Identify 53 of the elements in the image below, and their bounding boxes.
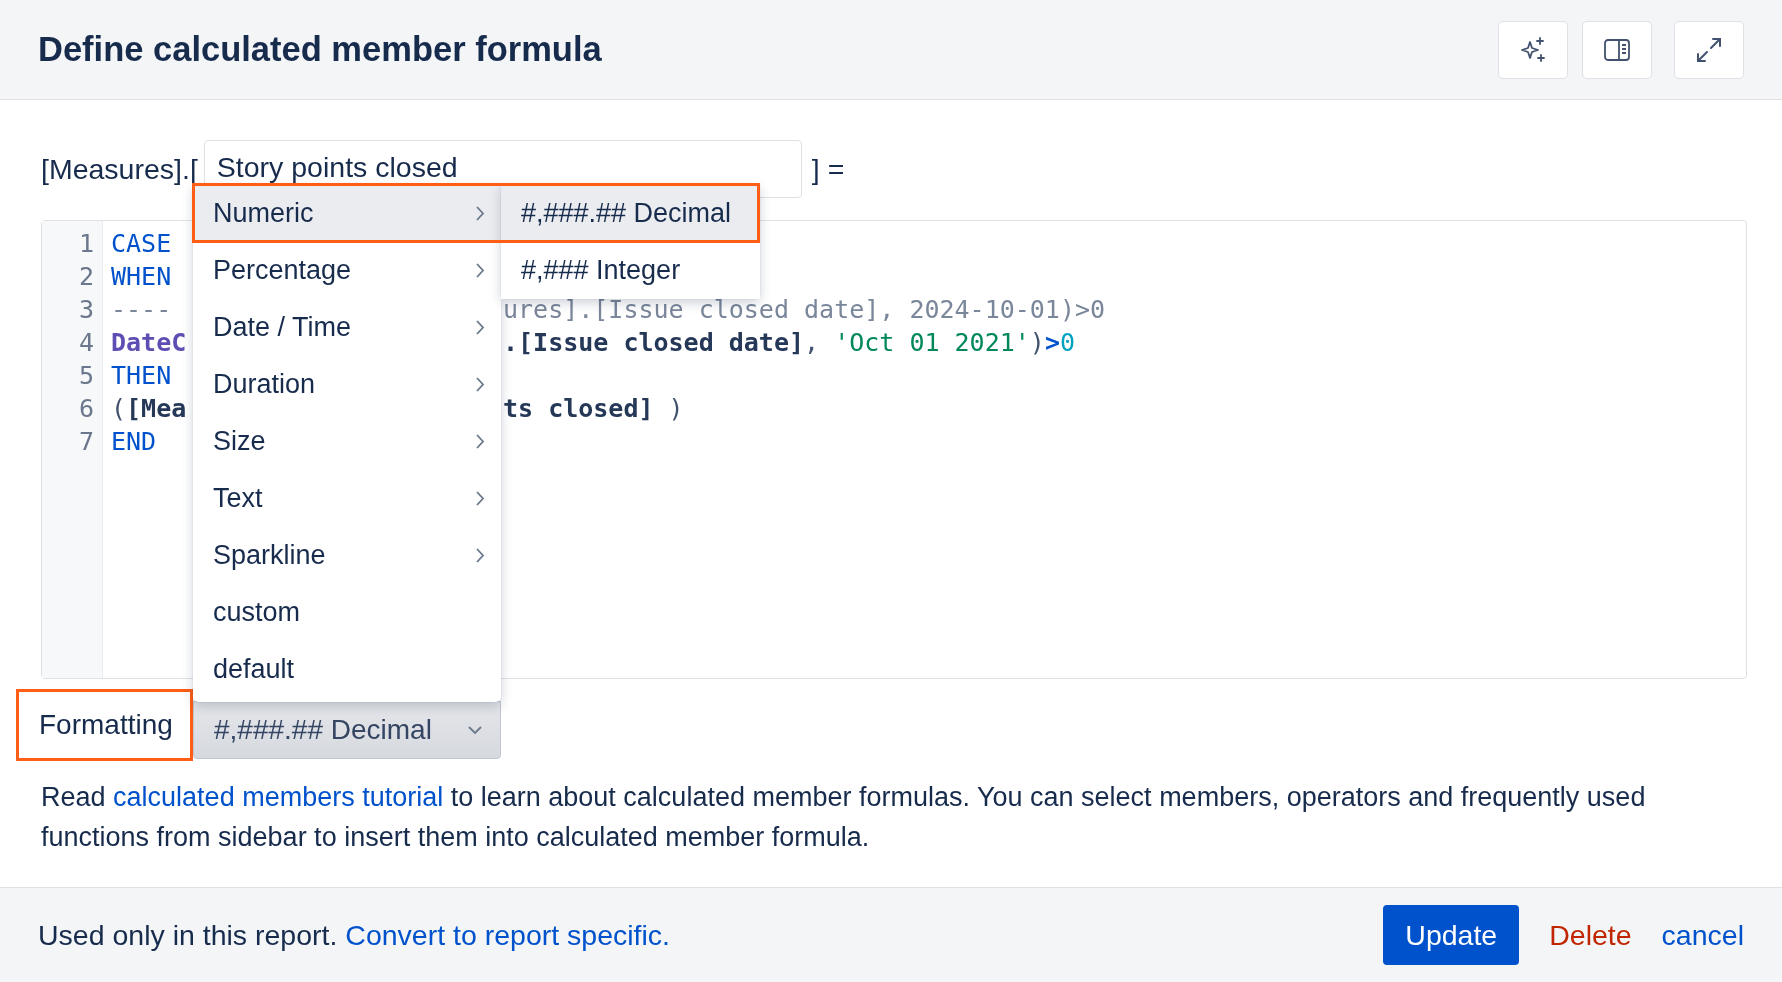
menu-item[interactable]: Date / Time — [193, 299, 501, 356]
chevron-right-icon — [476, 206, 485, 221]
menu-item[interactable]: default — [193, 641, 501, 698]
line-number: 3 — [77, 294, 95, 326]
convert-link[interactable]: Convert to report specific. — [345, 918, 671, 951]
code-text: THEN — [111, 360, 172, 392]
menu-item[interactable]: Sparkline — [193, 527, 501, 584]
delete-link[interactable]: Delete — [1549, 918, 1632, 952]
code-text: ([Mea — [111, 393, 187, 425]
line-number: 6 — [77, 393, 95, 425]
line-number: 4 — [77, 327, 95, 359]
format-dropdown[interactable]: #,###.## Decimal — [193, 701, 501, 759]
expand-icon — [1696, 36, 1722, 63]
cancel-link[interactable]: cancel — [1661, 918, 1744, 952]
line-number: 5 — [77, 360, 95, 392]
menu-item[interactable]: Text — [193, 470, 501, 527]
menu-item[interactable]: #,### Integer — [501, 242, 760, 299]
sparkle-icon — [1519, 35, 1547, 64]
chevron-right-icon — [476, 377, 485, 392]
code-text: CASE — [111, 228, 172, 260]
expand-button[interactable] — [1674, 20, 1744, 79]
chevron-right-icon — [476, 548, 485, 563]
update-button[interactable]: Update — [1383, 905, 1520, 965]
help-text: Read calculated members tutorial to learn about calculated member formulas. You can select members, operators and frequently used functions from sidebar to insert them into calculated member formula. — [41, 781, 1647, 854]
code-text: ---- — [111, 294, 172, 326]
line-number: 1 — [77, 228, 95, 260]
chevron-right-icon — [476, 434, 485, 449]
menu-item[interactable]: Numeric — [193, 185, 501, 242]
code-text: DateC — [111, 327, 187, 359]
assignment-suffix: ] = — [811, 152, 845, 186]
chevron-down-icon — [468, 725, 482, 735]
code-text: WHEN — [111, 261, 172, 293]
menu-item[interactable]: Size — [193, 413, 501, 470]
sidebar-toggle-button[interactable] — [1582, 20, 1652, 79]
code-text: ts closed] ) — [503, 393, 684, 425]
ai-assist-button[interactable] — [1498, 20, 1568, 79]
tutorial-link[interactable]: calculated members tutorial — [113, 782, 444, 812]
chevron-right-icon — [476, 491, 485, 506]
line-number: 2 — [77, 261, 95, 293]
menu-item[interactable]: Percentage — [193, 242, 501, 299]
code-text: .[Issue closed date], 'Oct 01 2021')>0 — [503, 327, 1075, 359]
formatting-label: Formatting — [16, 689, 193, 761]
chevron-right-icon — [476, 320, 485, 335]
line-number: 7 — [77, 426, 95, 458]
usage-note: Used only in this report. Convert to report specific. — [38, 918, 672, 952]
dialog-title: Define calculated member formula — [38, 30, 603, 69]
member-prefix: [Measures].[ — [41, 152, 198, 186]
sidebar-icon — [1603, 37, 1631, 62]
chevron-right-icon — [476, 263, 485, 278]
menu-item[interactable]: Duration — [193, 356, 501, 413]
menu-item[interactable]: #,###.## Decimal — [501, 185, 760, 242]
menu-item[interactable]: custom — [193, 584, 501, 641]
code-text: END — [111, 426, 157, 458]
